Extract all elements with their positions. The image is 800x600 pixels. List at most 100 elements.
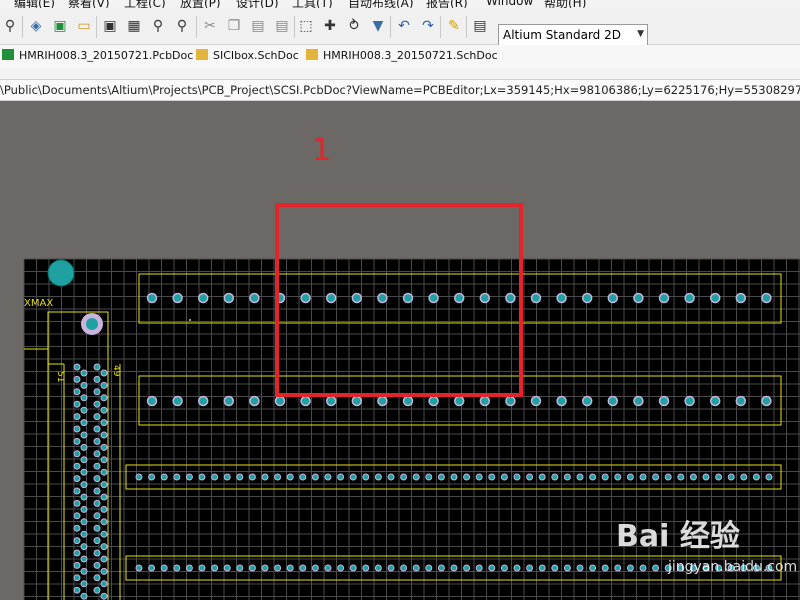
pcb-pad [633,292,644,304]
pcb-pad [589,564,597,572]
zoom-icon[interactable]: ⚲ [2,18,18,34]
select-rect-icon[interactable]: ⬚ [298,18,314,34]
cross-select-icon[interactable]: ⥁ [346,18,362,34]
pcb-pad [146,292,158,304]
pcb-pad [172,292,183,304]
zoom-selected-icon[interactable]: ⚲ [150,18,166,34]
pcb-pad [563,473,571,481]
pcb-pad [73,487,81,495]
3d-icon[interactable]: ◈ [28,18,44,34]
menu-reports[interactable]: 报告(R) [426,0,468,8]
redo-icon[interactable]: ↷ [420,18,436,34]
zoom-fit-icon[interactable]: ▣ [102,18,118,34]
menu-help[interactable]: 帮助(H) [544,0,586,8]
pcb-pad [735,395,747,407]
pcb-pad [299,564,307,572]
pcb-pad [223,292,235,304]
rubber-stamp-icon[interactable]: ▤ [274,18,290,34]
board-icon[interactable]: ▣ [52,18,68,34]
cut-icon[interactable]: ✂ [202,18,218,34]
pcb-pad [607,395,619,407]
pcb-pad [93,524,101,532]
paste-icon[interactable]: ▤ [250,18,266,34]
pin-label-51: 51 [55,371,65,382]
view-mode-select[interactable]: Altium Standard 2D ▼ [498,24,648,46]
pcb-pad [715,473,723,481]
pcb-pad [614,564,622,572]
menu-place[interactable]: 放置(P) [180,0,221,8]
pcb-pad [513,473,521,481]
pcb-pad [73,586,81,594]
sch-doc-icon [306,49,318,60]
menu-design[interactable]: 设计(D) [236,0,279,8]
pcb-pad [93,561,101,569]
pcb-pad [479,395,491,407]
menu-project[interactable]: 工程(C) [124,0,166,8]
pcb-pad [563,564,571,572]
toolbar-separator [390,16,391,38]
tab-pcb-doc[interactable]: HMRIH008.3_20150721.PcbDoc * [2,49,202,65]
pcb-pad [80,580,88,588]
pcb-pad [581,395,593,407]
pcb-pad [100,505,108,513]
pcb-pad [652,473,660,481]
pcb-pad [100,543,108,551]
tab-sch-doc[interactable]: HMRIH008.3_20150721.SchDoc [306,49,498,65]
pcb-pad [80,394,88,402]
pcb-pad [551,473,559,481]
pcb-pad [374,564,382,572]
menu-view[interactable]: 察看(V) [68,0,110,8]
pcb-pad [73,499,81,507]
pcb-pad [463,564,471,572]
pcb-pad [633,395,644,407]
view-mode-value: Altium Standard 2D [503,28,621,42]
pcb-inspector-icon[interactable]: ▤ [472,18,488,34]
copy-icon[interactable]: ❐ [226,18,242,34]
pcb-pad [299,473,307,481]
pcb-pad [607,292,619,304]
pcb-pad [402,395,414,407]
menu-bar: 编辑(E) 察看(V) 工程(C) 放置(P) 设计(D) 工具(T) 自动布线… [0,0,800,8]
pcb-pad [73,450,81,458]
pin-label-49: 49 [111,365,121,377]
pcb-workspace[interactable]: XMAX 51 49 1 Bai 经验 jingyan.baidu.com [0,101,800,600]
menu-window[interactable]: Window [486,0,533,8]
pcb-pad [80,530,88,538]
pcb-pad [513,564,521,572]
pcb-pad [100,443,108,451]
edit-icon[interactable]: ✎ [446,18,462,34]
pcb-pad [80,518,88,526]
pcb-pad [185,473,193,481]
address-text: \Public\Documents\Altium\Projects\PCB_Pr… [0,83,800,97]
move-icon[interactable]: ✚ [322,18,338,34]
clear-filter-icon[interactable]: ▼ [370,18,386,34]
pcb-pad [249,292,260,304]
pcb-pad [100,481,108,489]
address-bar[interactable]: \Public\Documents\Altium\Projects\PCB_Pr… [0,79,800,101]
folder-icon[interactable]: ▭ [76,18,92,34]
pcb-pad [505,395,516,407]
pcb-pad [93,413,101,421]
pcb-pad [286,564,294,572]
pcb-pad [349,473,357,481]
tab-sicibox-sch[interactable]: SICIbox.SchDoc [196,49,299,65]
pcb-pad [677,473,685,481]
pcb-pad [93,425,101,433]
pcb-pad [324,564,332,572]
document-tabs: HMRIH008.3_20150721.PcbDoc * SICIbox.Sch… [0,45,800,70]
pcb-pad [311,473,319,481]
pcb-pad [249,395,260,407]
filter-icon[interactable]: ⚲ [174,18,190,34]
pcb-pad [198,473,206,481]
pcb-pad [93,512,101,520]
undo-icon[interactable]: ↶ [396,18,412,34]
pcb-pad [248,473,256,481]
menu-edit[interactable]: 编辑(E) [14,0,55,8]
zoom-area-icon[interactable]: ▦ [126,18,142,34]
pcb-pad [93,586,101,594]
pcb-pad [100,456,108,464]
watermark-url: jingyan.baidu.com [668,559,798,575]
menu-tools[interactable]: 工具(T) [292,0,333,8]
pcb-pad [93,388,101,396]
menu-autoroute[interactable]: 自动布线(A) [348,0,414,8]
